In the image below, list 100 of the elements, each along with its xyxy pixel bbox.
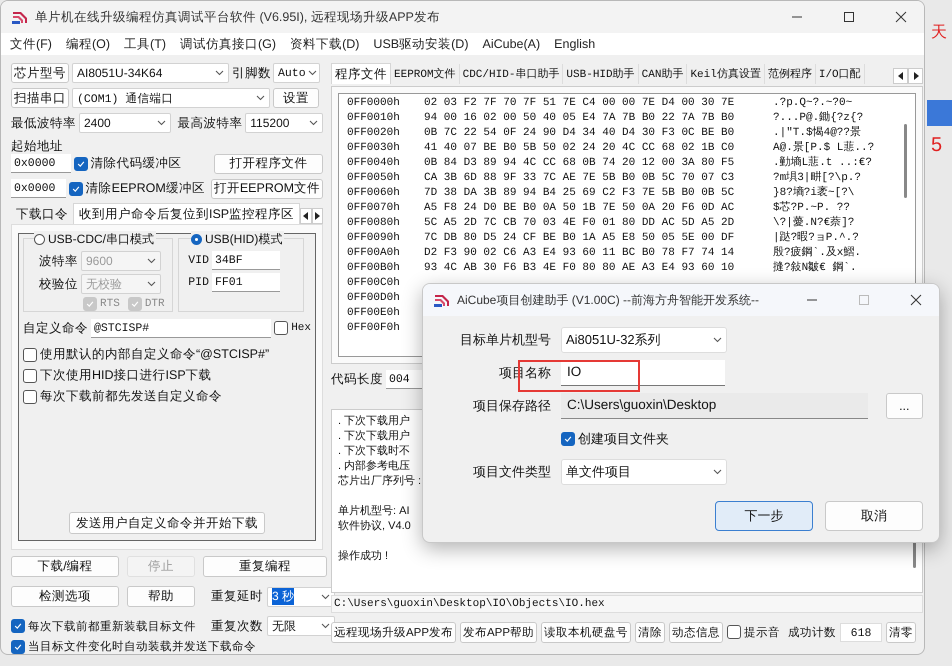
pin-count-dropdown[interactable]: Auto [273,63,320,83]
hex-ascii: 摓?敍N皺€ 鋼`. [773,261,857,276]
hex-address: 0FF00D0h [347,291,401,306]
path-field[interactable]: C:\Users\guoxin\Desktop [561,392,868,418]
action-button[interactable]: 检测选项 [11,586,119,607]
field-label: 项目保存路径 [472,396,551,414]
dialog-button[interactable]: 下一步 [715,501,813,531]
option-checkbox[interactable]: 每次下载前都先发送自定义命令 [23,388,311,405]
toolbar-button[interactable]: 发布APP帮助 [460,622,538,642]
reload-checkbox[interactable]: 每次下载前都重新装载目标文件 [11,618,195,634]
reload-checkbox[interactable]: 当目标文件变化时自动装载并发送下载命令 [11,639,327,654]
settings-button[interactable]: 设置 [273,88,319,108]
dialog-button[interactable]: 取消 [825,501,923,531]
menu-item[interactable]: 资料下载(D) [283,36,366,52]
hex-ascii: .|"T.$愒4@??景 [773,126,862,140]
tab[interactable]: 范例程序 [764,64,816,84]
hid-mode-radio[interactable]: USB(HID)模式 [191,231,284,248]
tab[interactable]: 下载口令 [11,204,73,224]
action-button[interactable]: 重复编程 [203,556,327,577]
action-button[interactable]: 帮助 [127,586,195,607]
tab[interactable]: USB-HID助手 [563,64,639,84]
success-count-field[interactable]: 618 [840,622,882,642]
chevron-icon [256,95,265,101]
toolbar-button[interactable]: 读取本机硬盘号 [541,622,632,642]
menu-item[interactable]: USB驱动安装(D) [366,36,476,52]
log-line: . 内部参考电压 [338,459,410,474]
tab[interactable]: 程序文件 [331,63,391,84]
toolbar-button[interactable]: 动态信息 [669,622,724,642]
hex-bytes: 5C A5 2D 7C CB 70 03 4E F0 01 80 DD AC 5D A5 2D [424,216,736,231]
create-folder-checkbox[interactable]: 创建项目文件夹 [561,430,669,448]
hex-bytes: 7C DB 80 D5 24 CF BE B0 1A A5 E8 50 05 5E 00 DF [424,231,736,246]
hex-ascii: \?|薆.N?€萘]? [773,216,854,231]
open-file-button[interactable]: 打开程序文件 [214,154,323,174]
project-name-field[interactable]: IO [561,360,725,386]
clear-buffer-checkbox[interactable]: 清除EEPROM缓冲区 [68,180,205,197]
triangle-right-icon [912,72,918,80]
menu-item[interactable]: 工具(T) [117,36,173,52]
hex-ascii: .勭墒L蕜.t ..:€? [773,156,872,171]
chevron-icon [321,594,330,600]
vid-field[interactable]: 34BF [212,251,280,270]
pid-field[interactable]: FF01 [212,273,280,292]
clear-buffer-checkbox[interactable]: 清除代码缓冲区 [74,155,208,172]
dropdown[interactable]: Ai8051U-32系列 [561,326,727,352]
hex-ascii: ?...P@.鋤{?z{? [773,111,864,126]
send-command-button[interactable]: 发送用户自定义命令并开始下载 [69,512,265,534]
scroll-right-button[interactable] [908,68,923,84]
tab[interactable]: Keil仿真设置 [687,64,765,84]
port-dropdown[interactable]: (COM1) 通信端口 [72,88,270,108]
min-baud-dropdown[interactable]: 2400 [79,113,172,133]
reset-count-button[interactable]: 清零 [886,622,916,642]
toolbar-button[interactable]: 清除 [635,622,666,642]
tab[interactable]: CAN助手 [638,64,688,84]
open-file-button[interactable]: 打开EEPROM文件 [210,178,323,198]
hex-bytes: 02 03 F2 7F 70 7F 51 7E C4 00 00 7E D4 00 30 7E [424,96,736,111]
menu-item[interactable]: 调试仿真接口(G) [173,36,284,52]
scroll-right-button[interactable] [312,208,323,224]
chip-model-dropdown[interactable]: AI8051U-34K64 [72,63,229,83]
scroll-left-button[interactable] [300,208,312,224]
menu-item[interactable]: 编程(O) [58,36,118,52]
success-count-label: 成功计数 [788,626,836,640]
repeat-dropdown[interactable]: 3 秒 [267,586,335,606]
tab[interactable]: 收到用户命令后复位到ISP监控程序区 [73,203,300,224]
log-line: . 下次下载用户 [338,429,410,444]
close-icon [910,294,922,306]
checkmark-icon [130,299,140,309]
hex-ascii: 殷?疲鋼`.及x鰼. [773,246,862,261]
tab[interactable]: EEPROM文件 [391,64,460,84]
pin-count-label: 引脚数 [232,64,270,82]
sound-checkbox[interactable]: 提示音 [727,624,780,640]
hex-address: 0FF0020h [347,126,401,141]
custom-command-field[interactable]: @STCISP# [91,318,272,338]
chevron-icon [309,120,318,126]
address-field[interactable]: 0x0000 [11,154,71,173]
option-checkbox[interactable]: 下次使用HID接口进行ISP下载 [23,367,311,384]
hex-address: 0FF0060h [347,186,401,201]
menu-item[interactable]: AiCube(A) [475,37,548,51]
address-field[interactable]: 0x0000 [11,179,66,198]
option-checkbox[interactable]: 使用默认的内部自定义命令“@STCISP#” [23,346,311,363]
scroll-left-button[interactable] [893,68,908,84]
scan-port-button[interactable]: 扫描串口 [11,88,69,108]
chip-model-button[interactable]: 芯片型号 [11,63,69,83]
hex-address: 0FF0090h [347,231,401,246]
checkmark-icon [13,621,23,631]
toolbar-button[interactable]: 远程现场升级APP发布 [331,622,456,642]
hex-checkbox[interactable]: Hex [274,321,311,335]
custom-command-label: 自定义命令 [23,320,88,336]
repeat-label: 重复延时 [211,588,263,605]
max-baud-dropdown[interactable]: 115200 [245,113,323,133]
action-button[interactable]: 下载/编程 [11,556,119,577]
hex-bytes: 0B 7C 22 54 0F 24 90 D4 34 40 D4 30 F3 0C BE B0 [424,126,736,141]
tab[interactable]: I/O口配 [816,64,865,84]
maximize-icon [858,294,870,306]
menu-item[interactable]: 文件(F) [3,36,59,52]
tab[interactable]: CDC/HID-串口助手 [460,64,564,84]
dropdown[interactable]: 单文件项目 [561,458,727,484]
hex-address: 0FF0040h [347,156,401,171]
browse-button[interactable]: ... [886,392,923,418]
repeat-dropdown[interactable]: 无限 [267,616,335,636]
scrollbar-thumb[interactable] [904,124,907,198]
menu-item[interactable]: English [547,37,602,51]
